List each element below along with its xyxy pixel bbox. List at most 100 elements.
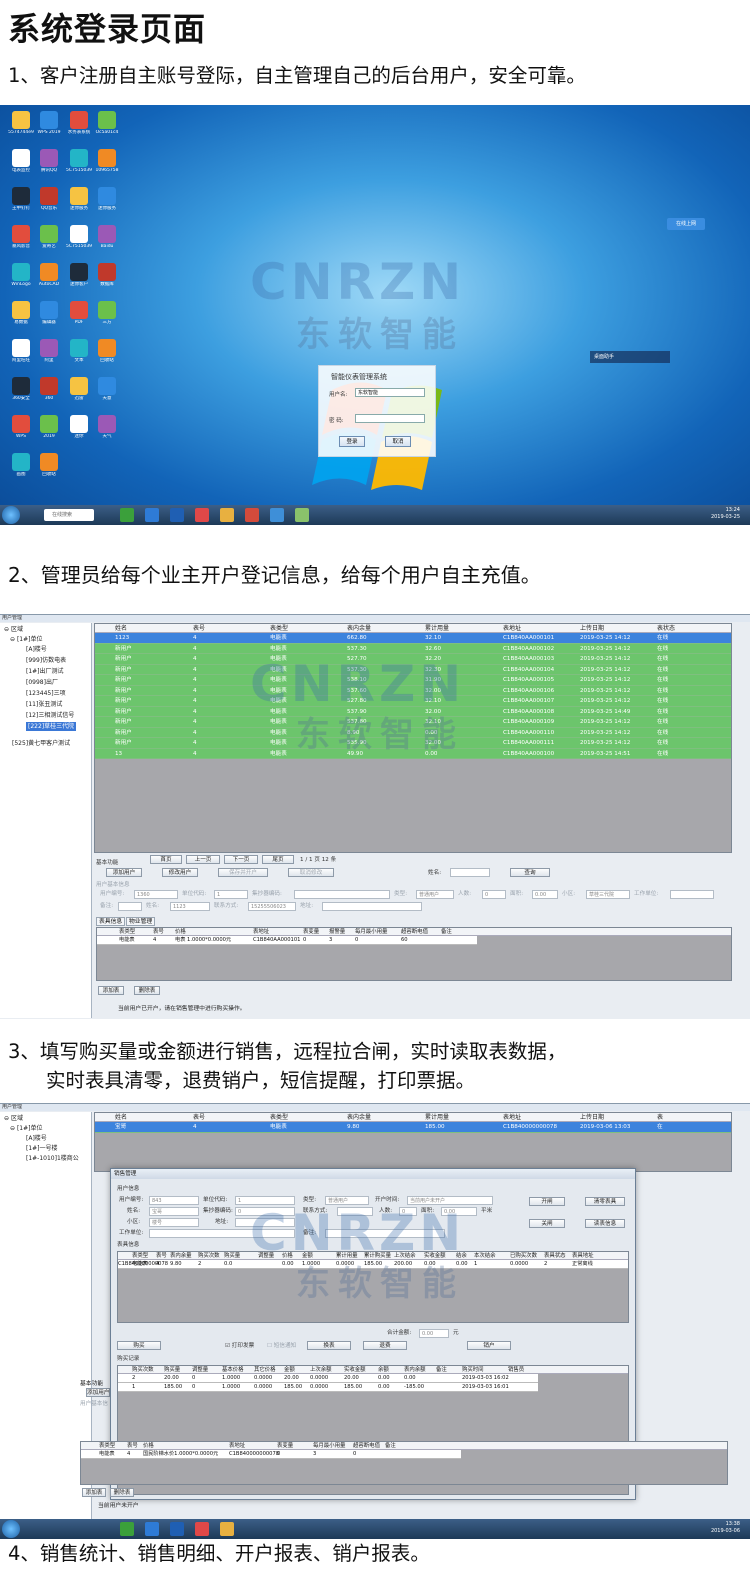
desktop-icon[interactable]: 5C7515039 xyxy=(66,149,92,173)
column-header[interactable]: 报警量 xyxy=(329,928,345,936)
desktop-icon[interactable]: 迅雷 xyxy=(66,377,92,401)
column-header[interactable]: 表类型 xyxy=(270,1113,288,1122)
desktop-icon[interactable]: 天意 xyxy=(94,377,120,401)
tree-item[interactable]: [1#-1010]1楼商公 xyxy=(26,1154,79,1163)
folder-icon[interactable] xyxy=(220,508,234,522)
desktop-icon[interactable]: 文本 xyxy=(66,339,92,363)
column-header[interactable]: 购买量 xyxy=(224,1252,240,1260)
tree-item[interactable]: [1#]出厂测试 xyxy=(26,667,64,676)
column-header[interactable]: 备注 xyxy=(441,928,452,936)
column-header[interactable]: 金额 xyxy=(284,1366,295,1374)
cancel-button[interactable]: 取消 xyxy=(385,436,411,447)
column-header[interactable]: 表 xyxy=(657,1113,663,1122)
app-icon[interactable] xyxy=(145,508,159,522)
address-field[interactable] xyxy=(322,902,422,911)
user-no-field[interactable]: 843 xyxy=(149,1196,199,1205)
column-header[interactable]: 表地址 xyxy=(229,1442,245,1450)
taskbar-search[interactable]: 在线搜索 xyxy=(44,509,94,521)
tree-item[interactable]: [123445]三项 xyxy=(26,689,66,698)
password-input[interactable] xyxy=(355,414,425,423)
add-meter-button[interactable]: 添加表 xyxy=(82,1488,106,1497)
add-meter-button[interactable]: 添加表 xyxy=(98,986,124,995)
column-header[interactable]: 表具状态 xyxy=(544,1252,566,1260)
column-header[interactable]: 表类型 xyxy=(132,1252,148,1260)
column-header[interactable]: 表内余量 xyxy=(347,1113,371,1122)
add-user-button[interactable]: 添加用户 xyxy=(106,868,142,877)
column-header[interactable]: 表地址 xyxy=(503,1113,521,1122)
column-header[interactable]: 购买时间 xyxy=(462,1366,484,1374)
desktop-icon[interactable]: QQ音乐 xyxy=(36,187,62,211)
column-header[interactable]: 表类型 xyxy=(270,624,288,633)
tree-root[interactable]: ⊖ 区域 xyxy=(4,625,23,634)
tree-item[interactable]: [11]张丑测试 xyxy=(26,700,62,709)
app-icon[interactable] xyxy=(295,508,309,522)
work-field[interactable] xyxy=(670,890,714,899)
desktop-icon[interactable]: 数据库 xyxy=(94,263,120,287)
desktop-icon[interactable]: Baidu xyxy=(94,225,120,249)
column-header[interactable]: 购买量 xyxy=(164,1366,180,1374)
user-no-field[interactable]: 1360 xyxy=(134,890,178,899)
column-header[interactable]: 表号 xyxy=(193,624,205,633)
desktop-icon[interactable]: 2019 xyxy=(36,415,62,439)
desktop-icon[interactable]: 画图 xyxy=(8,453,34,477)
name-search-input[interactable] xyxy=(450,868,490,877)
app-icon[interactable] xyxy=(195,1522,209,1536)
column-header[interactable]: 姓名 xyxy=(115,1113,127,1122)
column-header[interactable]: 已购买次数 xyxy=(510,1252,537,1260)
district-field[interactable]: 草桂三代院 xyxy=(586,890,630,899)
column-header[interactable]: 备注 xyxy=(436,1366,447,1374)
column-header[interactable]: 表号 xyxy=(153,928,164,936)
column-header[interactable]: 表地址 xyxy=(253,928,269,936)
tree-root[interactable]: ⊖ 区域 xyxy=(4,1114,23,1123)
table-row[interactable]: 2 20.00 0 1.0000 0.0000 20.00 0.0000 20.00 0.00 0… xyxy=(118,1374,538,1383)
username-input[interactable]: 东软智能 xyxy=(355,388,425,397)
close-account-button[interactable]: 销户 xyxy=(467,1341,511,1350)
first-page-button[interactable]: 首页 xyxy=(150,855,182,864)
next-page-button[interactable]: 下一页 xyxy=(224,855,258,864)
desktop-icon[interactable]: 迷你 xyxy=(66,415,92,439)
desktop-icon[interactable]: 电表监控 xyxy=(8,149,34,173)
column-header[interactable]: 上次余额 xyxy=(310,1366,332,1374)
desktop-icon[interactable]: PDF xyxy=(66,301,92,325)
column-header[interactable]: 销售员 xyxy=(508,1366,524,1374)
buy-button[interactable]: 购买 xyxy=(117,1341,161,1350)
column-header[interactable]: 表内余量 xyxy=(170,1252,192,1260)
desktop-icon[interactable]: 10965758 xyxy=(94,149,120,173)
app-icon[interactable] xyxy=(195,508,209,522)
tree-unit[interactable]: ⊖ [1#]单位 xyxy=(10,1124,42,1133)
tree-item[interactable]: [222]草桂三代院 xyxy=(26,722,77,731)
column-header[interactable]: 购买次数 xyxy=(198,1252,220,1260)
tab-property[interactable]: 物业管理 xyxy=(126,917,156,926)
column-header[interactable]: 其它价格 xyxy=(254,1366,276,1374)
tree-item[interactable]: [999]仿数电表 xyxy=(26,656,66,665)
column-header[interactable]: 表内余额 xyxy=(404,1366,426,1374)
unit-code-field[interactable]: 1 xyxy=(214,890,248,899)
column-header[interactable]: 表号 xyxy=(156,1252,167,1260)
column-header[interactable]: 备注 xyxy=(385,1442,396,1450)
desktop-icon[interactable]: 编辑器 xyxy=(36,301,62,325)
desktop-icon[interactable]: 迷你客户 xyxy=(66,263,92,287)
desktop-icon[interactable]: Oc5a01c4 xyxy=(94,111,120,135)
tree-item[interactable]: [A]楼号 xyxy=(26,1134,47,1143)
prev-page-button[interactable]: 上一页 xyxy=(186,855,220,864)
desktop-icon[interactable]: 回收站 xyxy=(36,453,62,477)
column-header[interactable]: 上传日期 xyxy=(580,624,604,633)
tree-unit[interactable]: ⊖ [1#]单位 xyxy=(10,635,42,644)
column-header[interactable]: 姓名 xyxy=(115,624,127,633)
desktop-icon[interactable]: 爱奇艺 xyxy=(36,225,62,249)
desktop-icon[interactable]: 易数据 xyxy=(8,301,34,325)
desktop-icon[interactable]: AutoCAD xyxy=(36,263,62,287)
district-field[interactable]: 楼号 xyxy=(149,1218,199,1227)
refund-button[interactable]: 退费 xyxy=(363,1341,407,1350)
column-header[interactable]: 超容断电值 xyxy=(353,1442,380,1450)
column-header[interactable]: 上传日期 xyxy=(580,1113,604,1122)
delete-meter-button[interactable]: 删除表 xyxy=(110,1488,134,1497)
tree-item[interactable]: [525]黄七甲客户测试 xyxy=(12,739,70,748)
desktop-icon[interactable]: 5C7515039 xyxy=(66,225,92,249)
column-header[interactable]: 本次结余 xyxy=(474,1252,496,1260)
start-icon[interactable] xyxy=(2,506,20,524)
contact-field[interactable]: 15255506023 xyxy=(248,902,296,911)
app-icon[interactable] xyxy=(145,1522,159,1536)
tree-item[interactable]: [12]三相测试信号 xyxy=(26,711,74,720)
print-checkbox[interactable]: ☑ 打印发票 xyxy=(225,1342,254,1350)
